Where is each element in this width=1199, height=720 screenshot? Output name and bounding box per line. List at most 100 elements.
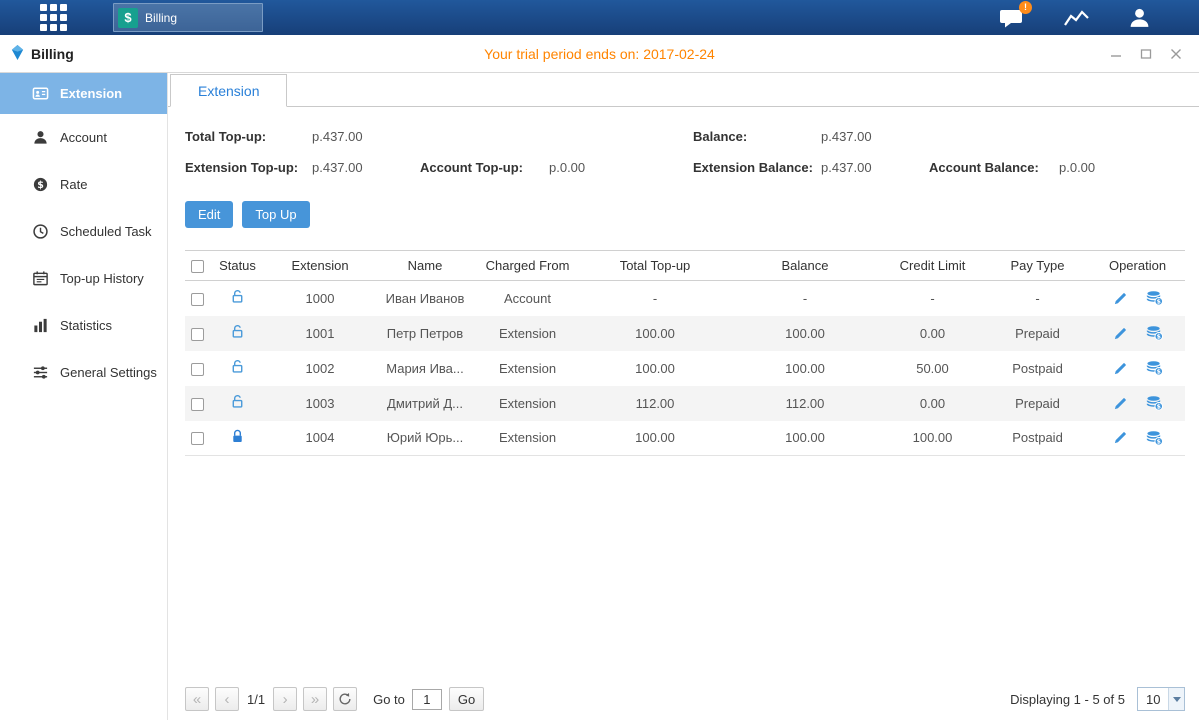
- sidebar-item-label: Scheduled Task: [60, 224, 152, 239]
- extension-topup-value: p.437.00: [312, 160, 420, 175]
- account-balance-value: p.0.00: [1059, 160, 1185, 175]
- next-page-button[interactable]: ›: [273, 687, 297, 711]
- refresh-button[interactable]: [333, 687, 357, 711]
- resource-monitor-icon[interactable]: [1063, 8, 1090, 28]
- cell-balance: 100.00: [730, 351, 880, 386]
- cell-pay-type: Postpaid: [985, 351, 1090, 386]
- displaying-info: Displaying 1 - 5 of 5: [1010, 692, 1125, 707]
- account-topup-label: Account Top-up:: [420, 160, 549, 175]
- calendar-icon: [32, 270, 49, 287]
- header-charged-from: Charged From: [475, 251, 580, 281]
- billing-sidebar: Extension Account $ Rate Scheduled Task …: [0, 73, 168, 720]
- sidebar-item-label: Extension: [60, 86, 122, 101]
- cell-pay-type: Prepaid: [985, 386, 1090, 421]
- edit-pencil-icon[interactable]: [1113, 326, 1128, 341]
- prev-page-button[interactable]: ‹: [215, 687, 239, 711]
- cell-charged-from: Extension: [475, 386, 580, 421]
- select-all-checkbox[interactable]: [191, 260, 204, 273]
- row-checkbox[interactable]: [191, 432, 204, 445]
- status-unlocked-icon[interactable]: [230, 397, 245, 412]
- user-account-icon[interactable]: [1128, 6, 1151, 29]
- header-status: Status: [210, 251, 265, 281]
- sidebar-item-scheduled-task[interactable]: Scheduled Task: [0, 208, 167, 255]
- edit-pencil-icon[interactable]: [1113, 291, 1128, 306]
- person-icon: [32, 129, 49, 146]
- window-title: Billing: [31, 46, 74, 62]
- cell-extension: 1000: [265, 281, 375, 316]
- cell-pay-type: -: [985, 281, 1090, 316]
- taskbar-billing-tab[interactable]: $ Billing: [113, 3, 263, 32]
- edit-pencil-icon[interactable]: [1113, 396, 1128, 411]
- bar-chart-icon: [32, 317, 49, 334]
- svg-text:$: $: [1156, 438, 1160, 445]
- account-balance-label: Account Balance:: [929, 160, 1059, 175]
- topup-coins-icon[interactable]: $: [1146, 360, 1163, 376]
- chevron-down-icon: [1168, 688, 1184, 710]
- row-checkbox[interactable]: [191, 363, 204, 376]
- page-size-select[interactable]: 10: [1137, 687, 1185, 711]
- tab-extension[interactable]: Extension: [170, 74, 287, 107]
- cell-total-topup: 100.00: [580, 316, 730, 351]
- sidebar-item-label: Top-up History: [60, 271, 144, 286]
- apps-grid-icon[interactable]: [40, 4, 67, 31]
- edit-pencil-icon[interactable]: [1113, 430, 1128, 445]
- cell-balance: 100.00: [730, 421, 880, 456]
- minimize-icon[interactable]: [1109, 47, 1123, 61]
- topup-coins-icon[interactable]: $: [1146, 290, 1163, 306]
- billing-dollar-icon: $: [118, 8, 138, 28]
- billing-app-icon: [10, 45, 25, 63]
- goto-label: Go to: [373, 692, 405, 707]
- topup-button[interactable]: Top Up: [242, 201, 309, 228]
- svg-text:$: $: [1156, 299, 1160, 306]
- sidebar-item-topup-history[interactable]: Top-up History: [0, 255, 167, 302]
- table-row: 1001 Петр Петров Extension 100.00 100.00…: [185, 316, 1185, 351]
- svg-text:$: $: [1156, 404, 1160, 411]
- header-name: Name: [375, 251, 475, 281]
- cell-credit-limit: 100.00: [880, 421, 985, 456]
- row-checkbox[interactable]: [191, 328, 204, 341]
- cell-credit-limit: 0.00: [880, 386, 985, 421]
- status-unlocked-icon[interactable]: [230, 292, 245, 307]
- last-page-button[interactable]: »: [303, 687, 327, 711]
- cell-extension: 1004: [265, 421, 375, 456]
- sidebar-item-extension[interactable]: Extension: [0, 73, 167, 114]
- row-checkbox[interactable]: [191, 398, 204, 411]
- sidebar-item-statistics[interactable]: Statistics: [0, 302, 167, 349]
- table-header-row: Status Extension Name Charged From Total…: [185, 251, 1185, 281]
- account-topup-value: p.0.00: [549, 160, 693, 175]
- status-unlocked-icon[interactable]: [230, 327, 245, 342]
- status-locked-icon[interactable]: [230, 432, 245, 447]
- edit-pencil-icon[interactable]: [1113, 361, 1128, 376]
- sidebar-item-rate[interactable]: $ Rate: [0, 161, 167, 208]
- cell-name: Дмитрий Д...: [375, 386, 475, 421]
- cell-total-topup: 112.00: [580, 386, 730, 421]
- row-checkbox[interactable]: [191, 293, 204, 306]
- clock-icon: [32, 223, 49, 240]
- first-page-button[interactable]: «: [185, 687, 209, 711]
- cell-pay-type: Postpaid: [985, 421, 1090, 456]
- topup-coins-icon[interactable]: $: [1146, 430, 1163, 446]
- header-credit-limit: Credit Limit: [880, 251, 985, 281]
- go-button[interactable]: Go: [449, 687, 484, 711]
- pagination-bar: « ‹ 1/1 › » Go to Go Displaying 1 - 5 of…: [185, 687, 1185, 711]
- status-unlocked-icon[interactable]: [230, 362, 245, 377]
- trial-period-notice: Your trial period ends on: 2017-02-24: [0, 46, 1199, 62]
- balance-value: p.437.00: [821, 129, 929, 144]
- close-icon[interactable]: [1169, 47, 1183, 61]
- total-topup-value: p.437.00: [312, 129, 420, 144]
- cell-total-topup: -: [580, 281, 730, 316]
- cell-credit-limit: -: [880, 281, 985, 316]
- tab-bar: Extension: [168, 73, 1199, 107]
- edit-button[interactable]: Edit: [185, 201, 233, 228]
- notifications-chat-icon[interactable]: !: [999, 7, 1025, 29]
- sidebar-item-account[interactable]: Account: [0, 114, 167, 161]
- cell-extension: 1002: [265, 351, 375, 386]
- desktop-topbar: $ Billing !: [0, 0, 1199, 35]
- cell-charged-from: Account: [475, 281, 580, 316]
- sidebar-item-general-settings[interactable]: General Settings: [0, 349, 167, 396]
- cell-total-topup: 100.00: [580, 351, 730, 386]
- topup-coins-icon[interactable]: $: [1146, 325, 1163, 341]
- topup-coins-icon[interactable]: $: [1146, 395, 1163, 411]
- goto-page-input[interactable]: [412, 689, 442, 710]
- maximize-icon[interactable]: [1139, 47, 1153, 61]
